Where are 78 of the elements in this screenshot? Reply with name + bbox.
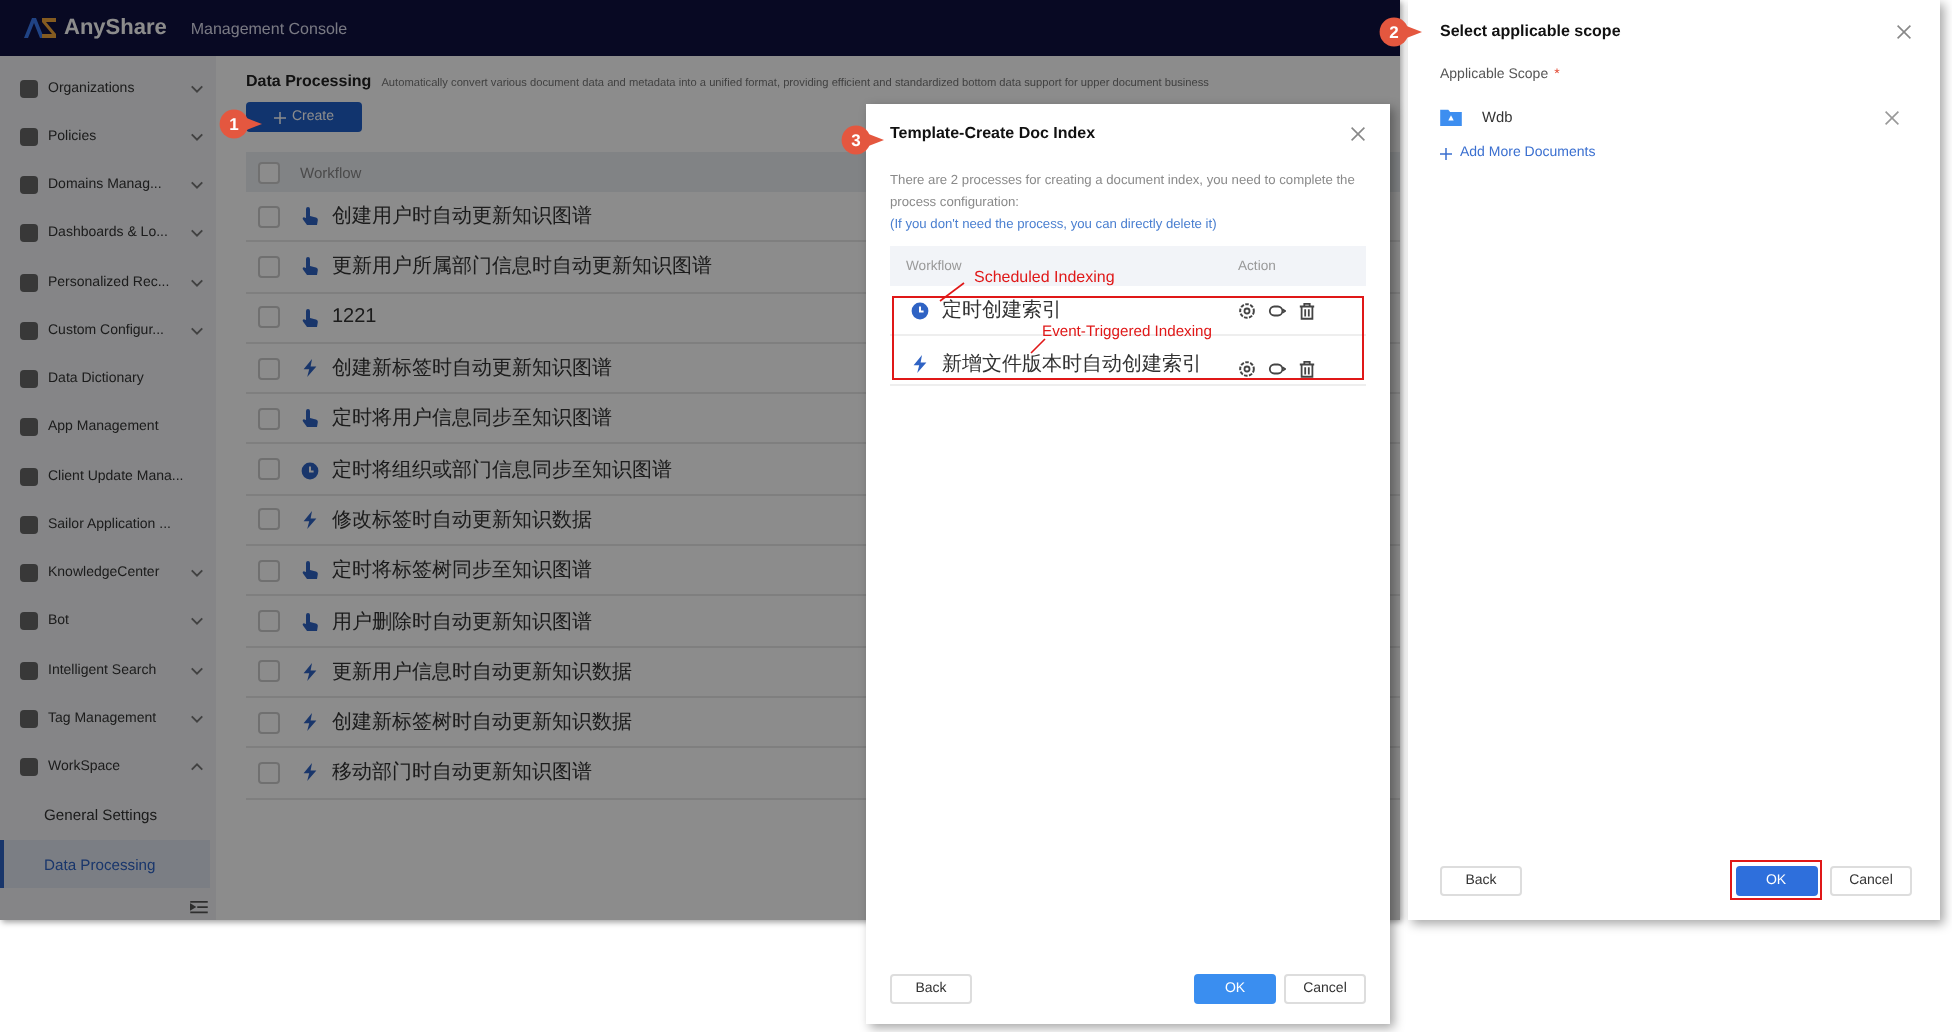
- menu-item-icon: [20, 467, 38, 486]
- workflow-name: 修改标签时自动更新知识数据: [332, 507, 592, 534]
- lightning-icon: [300, 712, 320, 733]
- plus-icon: [1440, 147, 1452, 159]
- lightning-icon: [910, 354, 930, 374]
- menu-item-icon: [20, 176, 38, 195]
- lightning-icon: [300, 661, 320, 682]
- collapse-menu-icon[interactable]: [190, 900, 208, 914]
- leader-line: [1030, 338, 1046, 354]
- hand-pointer-icon: [300, 206, 320, 227]
- menu-item-icon: [20, 418, 38, 437]
- menu-item-icon: [20, 273, 38, 292]
- workflow-name: 用户删除时自动更新知识图谱: [332, 609, 592, 636]
- hand-pointer-icon: [300, 307, 320, 328]
- toggle-icon[interactable]: [1268, 360, 1286, 378]
- clock-icon: [300, 459, 320, 480]
- delete-icon[interactable]: [1298, 301, 1316, 319]
- row-checkbox[interactable]: [258, 761, 280, 784]
- dialog-title: Template-Create Doc Index: [890, 124, 1096, 142]
- annotation-label: Scheduled Indexing: [974, 268, 1115, 286]
- row-checkbox[interactable]: [258, 205, 280, 228]
- lightning-icon: [300, 762, 320, 783]
- console-title: Management Console: [190, 19, 348, 37]
- plus-icon: [273, 111, 286, 123]
- panel-title: Select applicable scope: [1440, 22, 1621, 40]
- workflow-name: 新增文件版本时自动创建索引: [942, 351, 1202, 378]
- close-icon[interactable]: [1896, 23, 1912, 39]
- menu-item-icon: [20, 370, 38, 389]
- menu-item-icon: [20, 224, 38, 243]
- toggle-icon[interactable]: [1268, 301, 1286, 319]
- settings-icon[interactable]: [1238, 360, 1256, 378]
- brand-name: AnyShare: [64, 16, 167, 40]
- lightning-icon: [300, 358, 320, 379]
- workflow-name: 定时将标签树同步至知识图谱: [332, 557, 592, 585]
- workflow-name: 定时创建索引: [942, 297, 1062, 324]
- delete-icon[interactable]: [1298, 360, 1316, 378]
- page-title: Data Processing: [246, 72, 372, 90]
- workflow-name: 更新用户信息时自动更新知识数据: [332, 659, 632, 686]
- workflow-name: 更新用户所属部门信息时自动更新知识图谱: [332, 253, 712, 281]
- workflow-name: 移动部门时自动更新知识图谱: [332, 759, 592, 787]
- row-checkbox[interactable]: [258, 161, 280, 183]
- row-checkbox[interactable]: [258, 508, 280, 531]
- menu-item-icon: [20, 564, 38, 583]
- row-checkbox[interactable]: [258, 306, 280, 329]
- menu-item-icon: [20, 515, 38, 534]
- row-checkbox[interactable]: [258, 610, 280, 633]
- clock-icon: [910, 300, 930, 320]
- row-checkbox[interactable]: [258, 458, 280, 481]
- hand-pointer-icon: [300, 560, 320, 581]
- row-checkbox[interactable]: [258, 255, 280, 278]
- menu-item-icon: [20, 127, 38, 146]
- logo-icon: [24, 18, 56, 38]
- menu-item-icon: [20, 612, 38, 631]
- leader-line: [938, 282, 966, 302]
- row-checkbox[interactable]: [258, 660, 280, 683]
- menu-item-icon: [20, 758, 38, 777]
- close-icon[interactable]: [1350, 125, 1366, 141]
- row-checkbox[interactable]: [258, 407, 280, 430]
- menu-item-icon: [20, 79, 38, 98]
- workflow-name: 创建新标签树时自动更新知识数据: [332, 709, 632, 737]
- hand-pointer-icon: [300, 408, 320, 429]
- settings-icon[interactable]: [1238, 301, 1256, 319]
- workflow-name: 定时将用户信息同步至知识图谱: [332, 405, 612, 433]
- lightning-icon: [300, 509, 320, 530]
- menu-item-icon: [20, 661, 38, 680]
- workflow-name: 定时将组织或部门信息同步至知识图谱: [332, 457, 672, 484]
- menu-item-icon: [20, 709, 38, 728]
- hand-pointer-icon: [300, 256, 320, 277]
- workflow-name: 1221: [332, 306, 377, 329]
- hand-pointer-icon: [300, 611, 320, 632]
- remove-icon[interactable]: [1884, 109, 1900, 125]
- menu-item-icon: [20, 321, 38, 340]
- row-checkbox[interactable]: [258, 559, 280, 582]
- workflow-name: 创建新标签时自动更新知识图谱: [332, 355, 612, 383]
- folder-icon: [1440, 108, 1462, 126]
- row-checkbox[interactable]: [258, 357, 280, 380]
- workflow-name: 创建用户时自动更新知识图谱: [332, 203, 592, 231]
- row-checkbox[interactable]: [258, 711, 280, 734]
